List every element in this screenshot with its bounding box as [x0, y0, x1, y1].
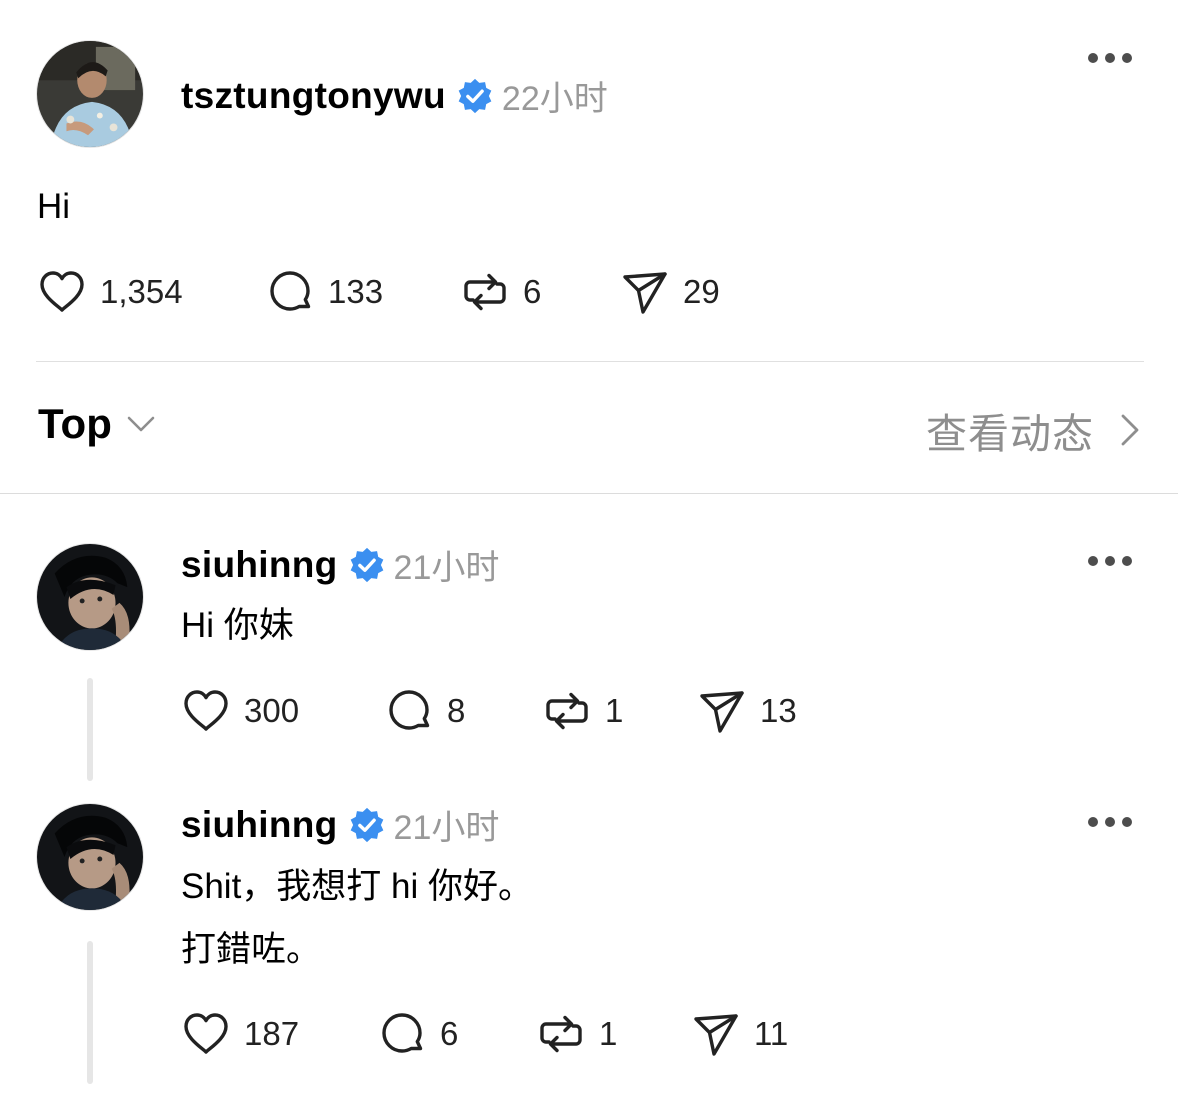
main-post-time: 22小时: [501, 80, 608, 118]
repost-button[interactable]: 6: [459, 266, 619, 318]
reply-count: 133: [328, 273, 384, 310]
share-icon: [694, 1014, 738, 1056]
reply-button[interactable]: 6: [376, 1008, 535, 1060]
reply-header: siuhinng 21小时: [181, 540, 499, 589]
section-divider: [0, 493, 1178, 494]
like-button[interactable]: 187: [180, 1008, 376, 1060]
reply-text-line: Shit，我想打 hi 你好。: [181, 867, 534, 906]
like-button[interactable]: 1,354: [36, 266, 264, 318]
avatar-image: [37, 544, 143, 650]
reply-time: 21小时: [393, 549, 500, 587]
share-count: 13: [760, 692, 797, 729]
share-icon: [623, 272, 667, 314]
like-count: 300: [244, 692, 300, 729]
main-post-avatar[interactable]: [36, 40, 144, 148]
comment-icon: [389, 690, 430, 730]
post-divider: [36, 361, 1144, 362]
share-icon: [700, 691, 744, 733]
reply-avatar[interactable]: [36, 543, 144, 651]
share-button[interactable]: 11: [690, 1008, 788, 1060]
share-count: 11: [754, 1015, 789, 1052]
sort-dropdown[interactable]: Top: [38, 400, 158, 448]
repost-icon: [540, 1015, 582, 1053]
chevron-down-icon: [127, 416, 155, 432]
comment-icon: [382, 1013, 423, 1053]
reply-time: 21小时: [393, 809, 500, 847]
share-button[interactable]: 13: [696, 685, 797, 737]
main-post-text: Hi: [37, 187, 71, 226]
main-post-actions: 1,354 133 6 29: [36, 266, 720, 318]
share-button[interactable]: 29: [619, 266, 720, 318]
verified-badge-icon: [348, 546, 386, 584]
verified-badge-icon: [348, 806, 386, 844]
reply-username[interactable]: siuhinng: [181, 804, 338, 846]
reply-username[interactable]: siuhinng: [181, 544, 338, 586]
reply-text-line: 打錯咗。: [181, 930, 322, 969]
repost-icon: [546, 692, 588, 730]
heart-icon: [184, 690, 228, 731]
comment-icon: [270, 271, 311, 311]
like-count: 187: [244, 1015, 300, 1052]
threads-post-page: tsztungtonywu 22小时 Hi 1,354 133 6 29 Top…: [0, 0, 1178, 1097]
reply-text-line: Hi 你妹: [181, 606, 294, 645]
repost-count: 6: [523, 273, 542, 310]
avatar-image: [37, 41, 143, 147]
repost-icon: [464, 273, 506, 311]
reply-count: 8: [447, 692, 466, 729]
reply-button[interactable]: 133: [264, 266, 459, 318]
like-button[interactable]: 300: [180, 685, 383, 737]
main-post-more-icon[interactable]: [1088, 51, 1132, 65]
chevron-right-icon: [1121, 414, 1139, 446]
heart-icon: [40, 271, 84, 312]
reply-header: siuhinng 21小时: [181, 800, 499, 849]
repost-count: 1: [599, 1015, 618, 1052]
thread-line: [87, 678, 93, 781]
heart-icon: [184, 1013, 228, 1054]
thread-line: [87, 941, 93, 1084]
reply-actions: 300 8 1 13: [180, 685, 797, 737]
reply-count: 6: [440, 1015, 459, 1052]
reply-more-icon[interactable]: [1088, 815, 1132, 829]
reply-more-icon[interactable]: [1088, 554, 1132, 568]
repost-count: 1: [605, 692, 624, 729]
main-post-header: tsztungtonywu 22小时: [181, 71, 608, 120]
view-activity-label: 查看动态: [926, 411, 1094, 457]
reply-button[interactable]: 8: [383, 685, 541, 737]
verified-badge-icon: [456, 77, 494, 115]
share-count: 29: [683, 273, 720, 310]
reply-actions: 187 6 1 11: [180, 1008, 788, 1060]
repost-button[interactable]: 1: [535, 1008, 690, 1060]
sort-label: Top: [38, 400, 112, 447]
view-activity-link[interactable]: 查看动态: [926, 400, 1148, 460]
avatar-image: [37, 804, 143, 910]
reply-avatar[interactable]: [36, 803, 144, 911]
like-count: 1,354: [100, 273, 183, 310]
repost-button[interactable]: 1: [541, 685, 696, 737]
main-post-username[interactable]: tsztungtonywu: [181, 75, 446, 117]
